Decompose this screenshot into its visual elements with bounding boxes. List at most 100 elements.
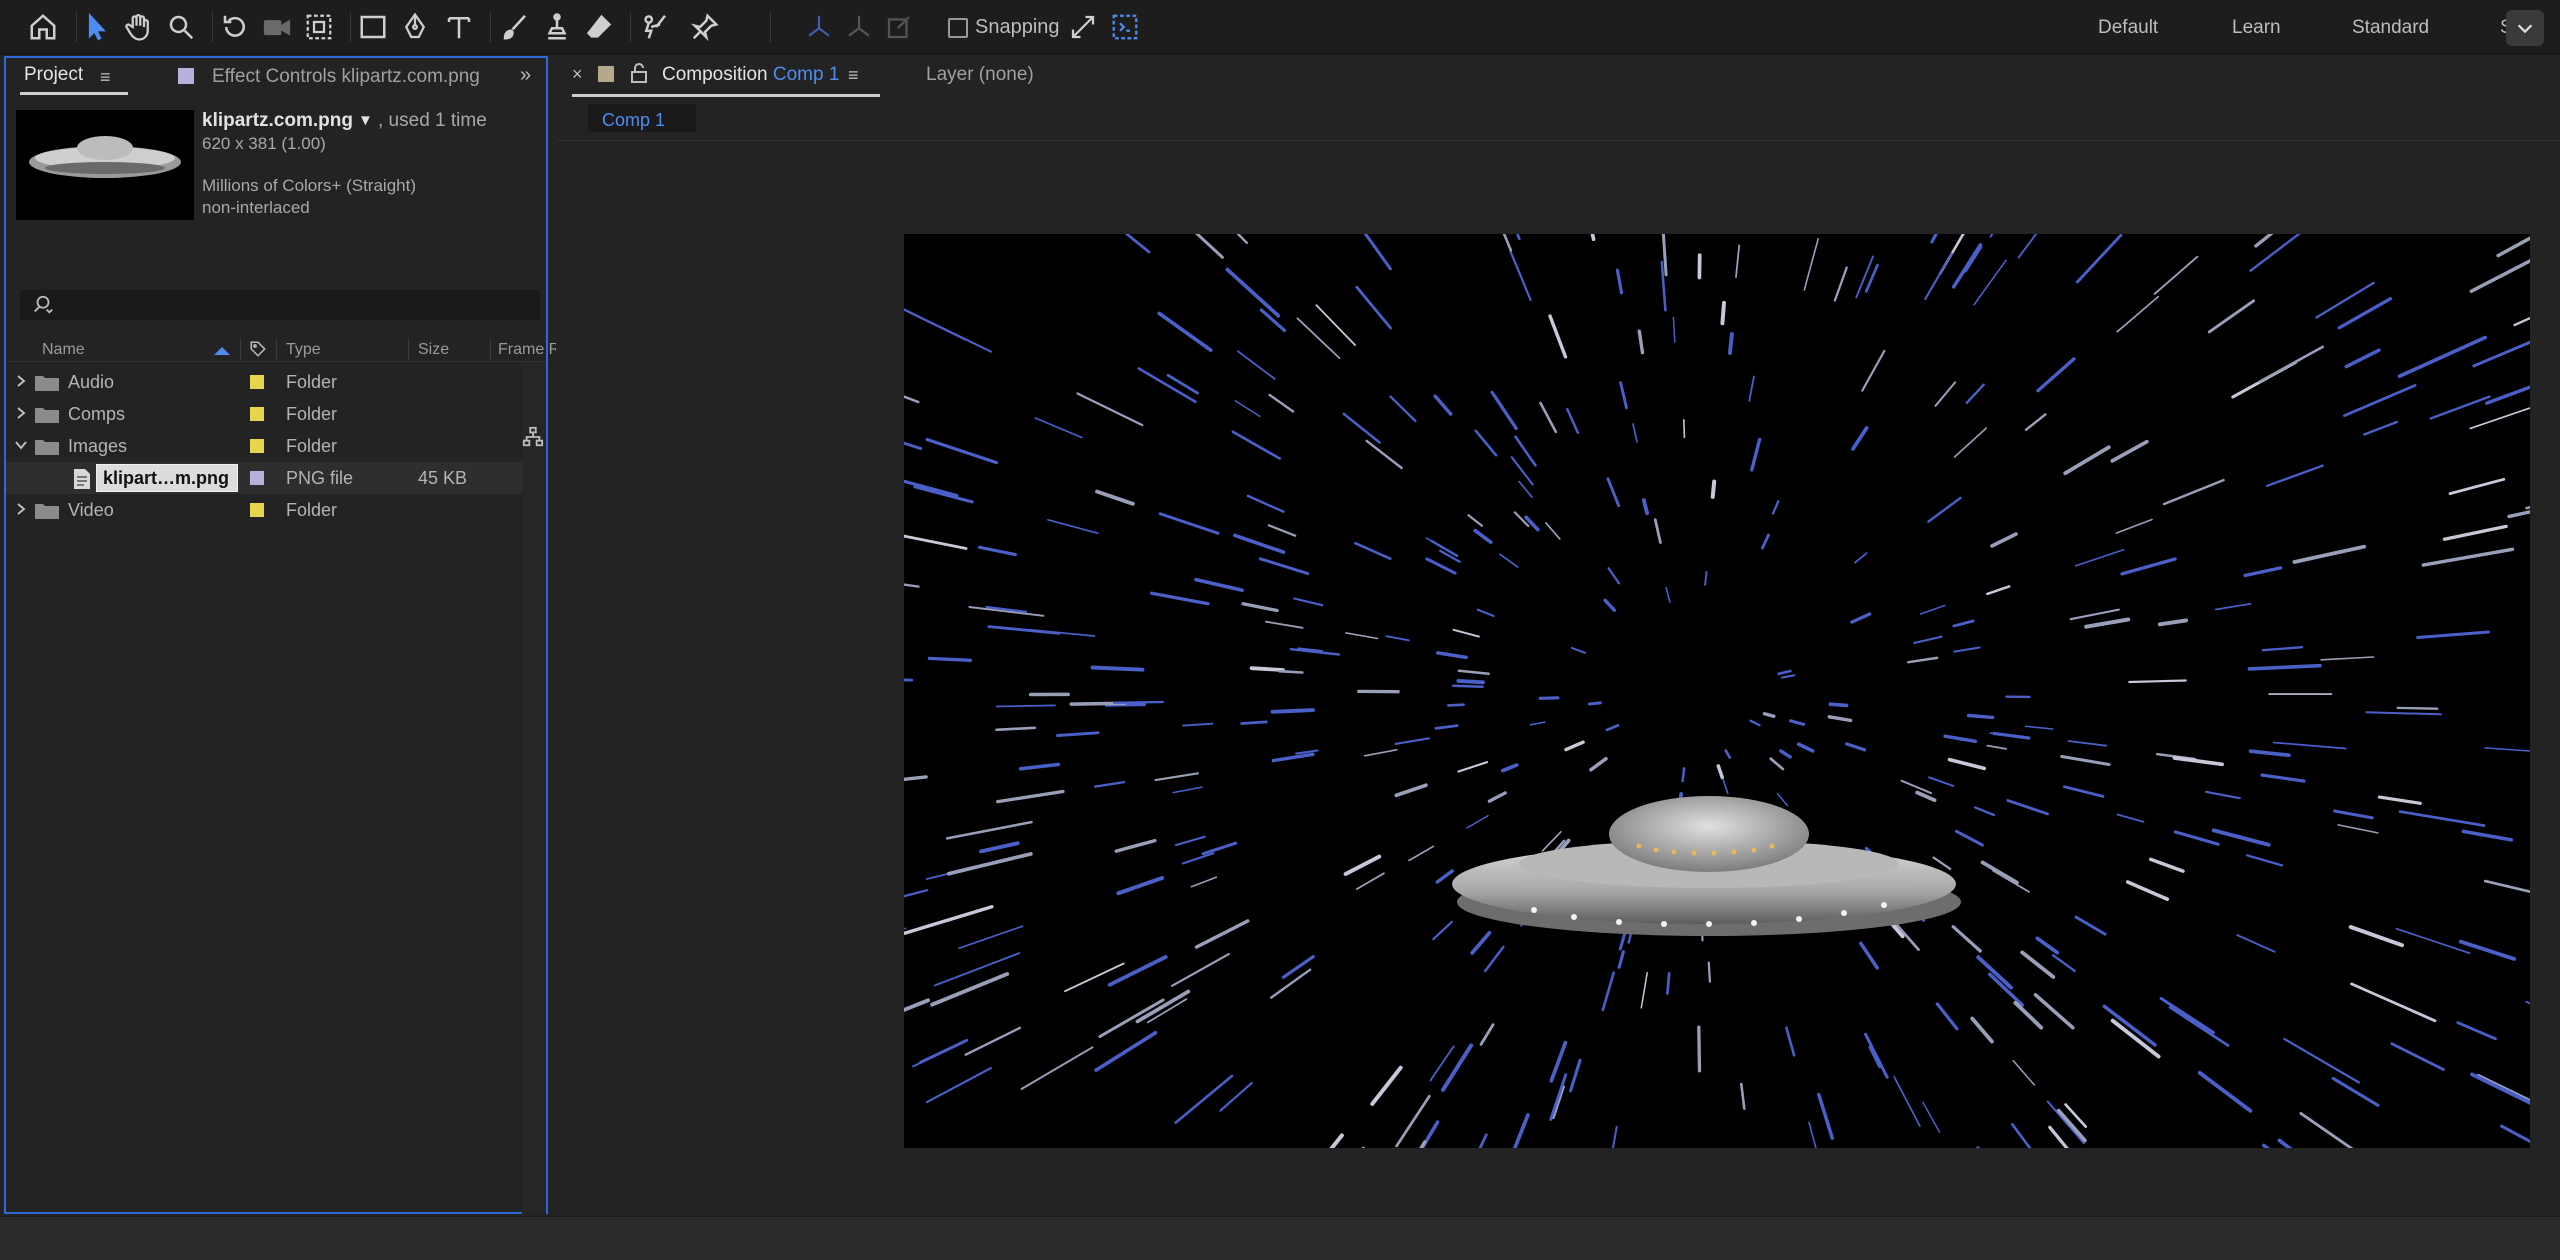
label-color-swatch[interactable] [250,471,264,485]
composition-panel-tabs: × Composition Comp 1 ≡ Layer (none) [556,56,2560,97]
comp-navigator-tab[interactable]: Comp 1 [588,104,696,132]
roto-brush-tool-icon[interactable] [636,8,674,46]
panel-menu-icon[interactable]: ≡ [848,65,859,86]
item-name: Video [68,500,114,520]
view-axis-icon[interactable] [880,8,918,46]
brush-tool-icon[interactable] [496,8,534,46]
footage-interlace: non-interlaced [202,198,310,217]
pan-behind-tool-icon[interactable] [300,8,338,46]
flowchart-icon[interactable] [522,426,544,448]
pen-tool-icon[interactable] [396,8,434,46]
item-name: Comps [68,404,126,424]
folder-icon [35,376,59,391]
tab-composition-prefix: Composition [662,64,768,85]
chevron-down-icon [2517,24,2533,34]
panel-overflow-icon[interactable]: » [520,64,531,87]
footage-name: klipartz.com.png [202,110,353,131]
panel-menu-icon[interactable]: ≡ [100,67,111,88]
item-name: Images [68,436,128,456]
caret-down-icon[interactable]: ▼ [358,112,373,129]
zoom-tool-icon[interactable] [162,8,200,46]
active-tab-indicator [20,92,128,95]
label-color-swatch[interactable] [250,439,264,453]
item-type: Folder [286,500,338,520]
selection-tool-icon[interactable] [78,8,116,46]
workspace-overflow-button[interactable] [2506,10,2544,46]
close-icon[interactable]: × [572,64,583,85]
project-item-images[interactable]: Images Folder [6,430,522,462]
home-icon[interactable] [24,8,62,46]
tab-composition[interactable]: Composition Comp 1 [662,64,839,86]
composition-viewer[interactable] [904,234,2530,1148]
footage-usage: , used 1 time [378,110,487,131]
image-file-icon [74,469,90,489]
type-tool-icon[interactable] [440,8,478,46]
workspace-default[interactable]: Default [2098,17,2158,39]
divider [556,140,2560,141]
folder-icon [35,408,59,423]
project-panel: Project ≡ Effect Controls klipartz.com.p… [4,56,560,1214]
item-size: 45 KB [418,468,468,488]
project-panel-tabs: Project ≡ Effect Controls klipartz.com.p… [6,58,546,96]
project-search-input[interactable] [20,290,540,320]
snap-features-icon[interactable] [1106,8,1144,46]
rectangle-tool-icon[interactable] [354,8,392,46]
status-bar [0,1216,2560,1260]
puppet-pin-tool-icon[interactable] [686,8,724,46]
snap-edges-icon[interactable] [1064,8,1102,46]
local-axis-icon[interactable] [800,8,838,46]
project-item-klipartz-png[interactable]: klipart…m.png PNG file 45 KB [6,462,522,494]
list-scroll-gutter [522,362,546,1214]
composition-panel: × Composition Comp 1 ≡ Layer (none) Comp… [556,56,2560,1214]
rotate-tool-icon[interactable] [216,8,254,46]
column-name[interactable]: Name [42,341,85,359]
lock-icon[interactable] [630,62,648,84]
chevron-right-icon[interactable] [14,406,28,420]
workspace-standard[interactable]: Standard [2352,17,2429,39]
column-size[interactable]: Size [418,341,449,359]
label-color-swatch[interactable] [250,375,264,389]
chevron-right-icon[interactable] [14,502,28,516]
folder-icon [35,440,59,455]
column-type[interactable]: Type [286,341,321,359]
project-item-comps[interactable]: Comps Folder [6,398,522,430]
active-tab-indicator [572,94,880,97]
column-frame-rate[interactable]: Frame R [498,341,560,359]
item-name: Audio [68,372,115,392]
folder-icon [35,504,59,519]
footage-dimensions: 620 x 381 (1.00) [202,134,326,153]
ufo-image [1452,796,1961,936]
footage-thumbnail [16,110,194,220]
label-color-swatch[interactable] [250,503,264,517]
toolbar: Snapping Default Learn Standard S [0,0,2560,54]
workspace-learn[interactable]: Learn [2232,17,2281,39]
effect-controls-label-swatch [178,68,194,84]
snapping-checkbox[interactable] [948,18,968,38]
comp-label-swatch [598,66,614,82]
project-item-video[interactable]: Video Folder [6,494,522,526]
world-axis-icon[interactable] [840,8,878,46]
clone-stamp-tool-icon[interactable] [538,8,576,46]
item-type: Folder [286,372,338,392]
item-type: Folder [286,436,338,456]
footage-colors: Millions of Colors+ (Straight) [202,176,416,195]
tab-layer[interactable]: Layer (none) [926,64,1034,86]
label-tag-icon[interactable] [248,340,268,358]
camera-tool-icon[interactable] [258,8,296,46]
item-name-edit-field[interactable]: klipart…m.png [96,464,238,492]
chevron-right-icon[interactable] [14,374,28,388]
project-list-header: Name Type Size Frame R [6,336,560,362]
project-item-audio[interactable]: Audio Folder [6,366,522,398]
tab-effect-controls[interactable]: Effect Controls klipartz.com.png [212,66,480,88]
eraser-tool-icon[interactable] [580,8,618,46]
tab-composition-name: Comp 1 [772,64,840,85]
search-icon [34,295,53,314]
chevron-down-icon[interactable] [14,438,28,452]
item-type: PNG file [286,468,354,488]
item-type: Folder [286,404,338,424]
label-color-swatch[interactable] [250,407,264,421]
tab-project[interactable]: Project [24,64,83,86]
hand-tool-icon[interactable] [120,8,158,46]
snapping-label: Snapping [975,16,1060,38]
sort-ascending-icon[interactable] [212,344,232,356]
